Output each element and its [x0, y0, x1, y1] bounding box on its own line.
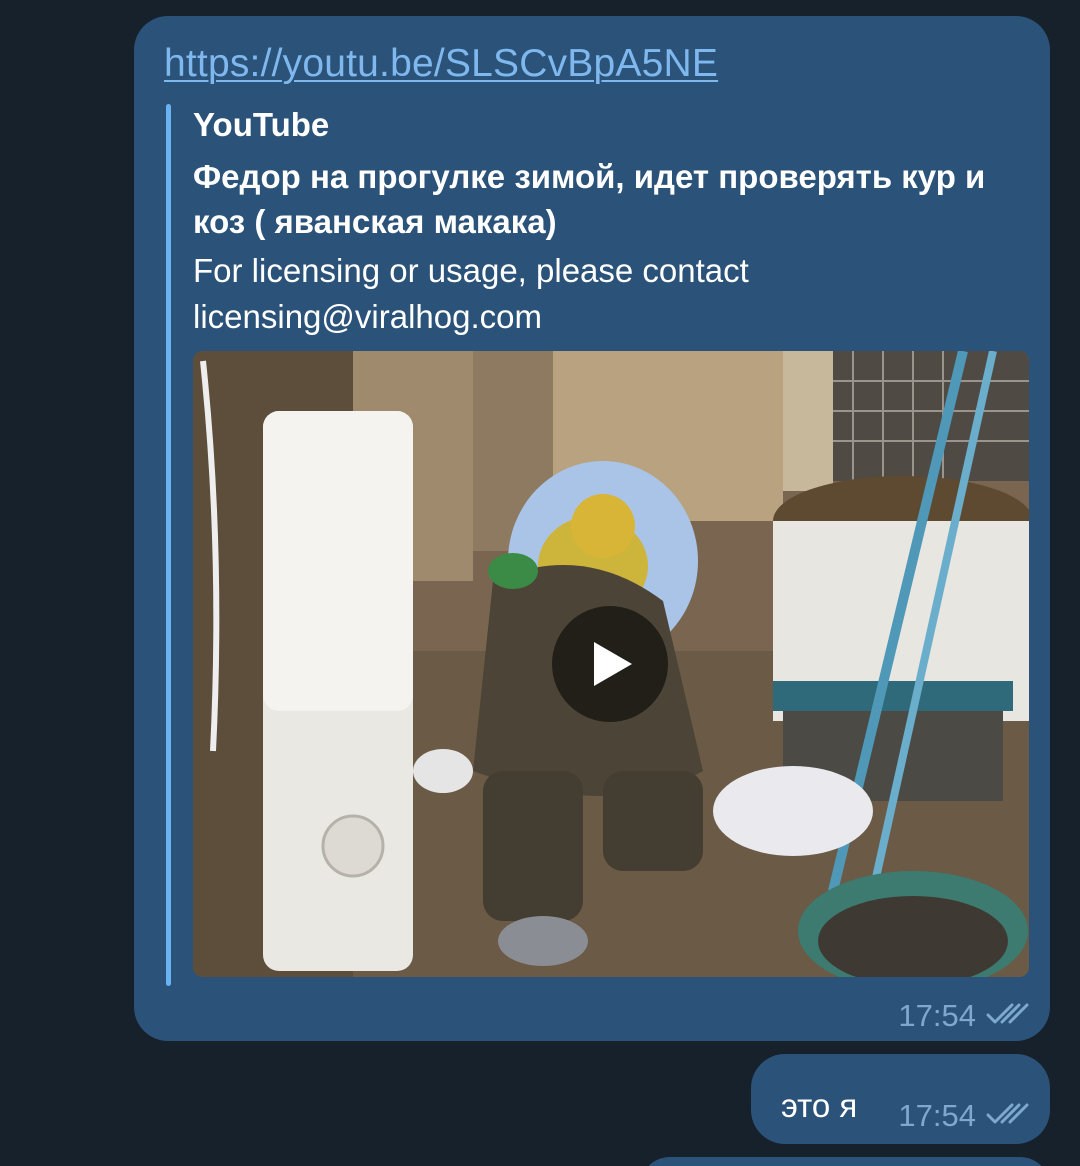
message-bubble-link[interactable]: https://youtu.be/SLSCvBpA5NE YouTube Фед… — [134, 16, 1050, 1041]
preview-title: Федор на прогулке зимой, идет проверять … — [193, 158, 986, 240]
message-text: это я — [781, 1087, 858, 1124]
message-time: 17:54 — [898, 1098, 976, 1133]
link-preview[interactable]: YouTube Федор на прогулке зимой, идет пр… — [166, 104, 1036, 986]
message-bubble-text[interactable]: это я 17:54 — [751, 1054, 1050, 1144]
play-button[interactable] — [552, 606, 668, 722]
preview-accent-bar — [166, 104, 171, 986]
preview-description: For licensing or usage, please contact l… — [193, 252, 749, 335]
play-icon — [594, 642, 632, 686]
double-check-icon — [986, 998, 1030, 1034]
youtube-link[interactable]: https://youtu.be/SLSCvBpA5NE — [164, 42, 718, 86]
double-check-icon — [986, 1098, 1030, 1134]
message-meta: 17:54 — [898, 1098, 1030, 1134]
message-meta: 17:54 — [898, 998, 1030, 1034]
video-thumbnail[interactable] — [193, 351, 1029, 977]
preview-site-name: YouTube — [193, 106, 330, 143]
chat-area: https://youtu.be/SLSCvBpA5NE YouTube Фед… — [0, 0, 1080, 1166]
message-time: 17:54 — [898, 998, 976, 1033]
message-bubble-next[interactable] — [640, 1157, 1050, 1166]
